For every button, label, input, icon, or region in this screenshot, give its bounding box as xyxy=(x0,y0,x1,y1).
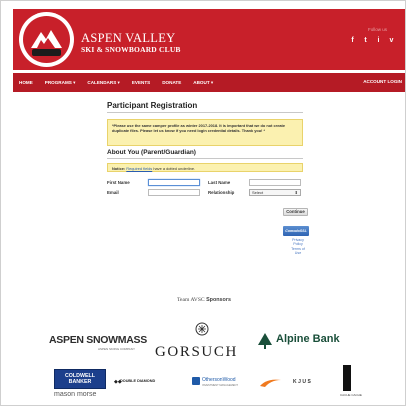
first-name-input[interactable] xyxy=(148,179,200,186)
page-title: Participant Registration xyxy=(107,101,198,110)
nav-calendars[interactable]: CALENDARS ▾ xyxy=(87,80,119,86)
camper-profile-notice: *Please use the same camper profile as w… xyxy=(107,119,303,146)
logo-banner xyxy=(32,49,61,56)
comodo-ssl-badge[interactable]: ComodoSSL xyxy=(283,226,309,236)
sponsors-heading-prefix: Team AVSC xyxy=(177,297,205,303)
chevron-down-icon: ⬍ xyxy=(294,190,298,195)
othersonwood-logo[interactable]: OthersonWood xyxy=(202,377,236,383)
club-logo[interactable] xyxy=(19,12,74,67)
alpine-bank-logo[interactable]: Alpine Bank xyxy=(276,333,340,345)
alpine-bank-icon xyxy=(258,333,272,349)
notice-text: have a dotted underline. xyxy=(153,166,196,171)
swoosh-logo-icon[interactable] xyxy=(259,377,283,388)
nav-home[interactable]: HOME xyxy=(19,80,33,85)
last-name-label: Last Name xyxy=(208,180,231,185)
nav-donate[interactable]: DONATE xyxy=(162,80,181,85)
page-frame: ASPEN VALLEY SKI & SNOWBOARD CLUB Follow… xyxy=(0,0,406,406)
othersonwood-subtitle: INVESTMENT MANAGEMENT xyxy=(202,384,238,387)
tower-logo-icon[interactable] xyxy=(343,365,351,391)
othersonwood-icon xyxy=(192,377,200,385)
coldwell-line-2: BANKER xyxy=(68,379,92,385)
nav-events[interactable]: EVENTS xyxy=(132,80,150,85)
terms-link[interactable]: Terms of Use xyxy=(287,247,309,256)
sponsors-heading: Team AVSC Sponsors xyxy=(1,297,406,303)
brand-line-1: ASPEN VALLEY xyxy=(81,31,176,45)
instagram-icon[interactable]: i xyxy=(375,37,382,44)
divider xyxy=(107,112,303,113)
relationship-select[interactable]: Select ⬍ xyxy=(249,189,301,196)
coldwell-banker-logo[interactable]: COLDWELL BANKER xyxy=(54,369,106,389)
tower-logo-subtitle: CACHE CACHE xyxy=(340,393,362,397)
vimeo-icon[interactable]: v xyxy=(388,37,395,44)
nav-programs[interactable]: PROGRAMS ▾ xyxy=(45,80,76,86)
main-nav: HOME PROGRAMS ▾ CALENDARS ▾ EVENTS DONAT… xyxy=(13,73,405,92)
logo-badge xyxy=(23,16,70,63)
privacy-link[interactable]: Privacy Policy xyxy=(287,238,309,247)
twitter-icon[interactable]: t xyxy=(362,37,369,44)
kjus-logo[interactable]: KJUS xyxy=(293,379,312,385)
double-diamond-logo[interactable]: DOUBLE DIAMOND xyxy=(120,379,155,383)
social-label: Follow us xyxy=(367,27,387,32)
notice-label: Notice: xyxy=(112,166,126,171)
policy-links: Privacy Policy Terms of Use xyxy=(287,238,309,256)
aspen-snowmass-logo[interactable]: ASPEN SNOWMASS xyxy=(49,334,147,346)
site-header: ASPEN VALLEY SKI & SNOWBOARD CLUB Follow… xyxy=(13,9,405,70)
section-title: About You (Parent/Guardian) xyxy=(107,149,196,156)
required-fields-link[interactable]: Required fields xyxy=(126,166,152,171)
aspen-snowmass-subtitle: ASPEN SKIING COMPANY xyxy=(98,347,135,351)
relationship-label: Relationship xyxy=(208,190,235,195)
facebook-icon[interactable]: f xyxy=(349,37,356,44)
gorsuch-logo[interactable]: GORSUCH xyxy=(155,344,238,361)
relationship-selected: Select xyxy=(252,190,264,195)
divider xyxy=(107,158,303,159)
brand-line-2: SKI & SNOWBOARD CLUB xyxy=(81,45,181,54)
brand-name[interactable]: ASPEN VALLEY SKI & SNOWBOARD CLUB xyxy=(81,31,181,54)
required-fields-notice: Notice: Required fields have a dotted un… xyxy=(107,163,303,172)
sponsors-heading-bold: Sponsors xyxy=(206,297,231,303)
continue-button[interactable]: Continue xyxy=(283,208,308,216)
gorsuch-emblem-icon xyxy=(195,322,209,336)
mason-morse-logo[interactable]: mason morse xyxy=(54,391,96,398)
email-label: Email xyxy=(107,190,119,195)
last-name-input[interactable] xyxy=(249,179,301,186)
nav-about[interactable]: ABOUT ▾ xyxy=(193,80,213,86)
mountain-icon xyxy=(31,30,62,48)
account-login-link[interactable]: ACCOUNT LOGIN xyxy=(363,79,402,84)
first-name-label: First Name xyxy=(107,180,130,185)
email-field[interactable] xyxy=(148,189,200,196)
social-links: f t i v xyxy=(349,37,395,44)
